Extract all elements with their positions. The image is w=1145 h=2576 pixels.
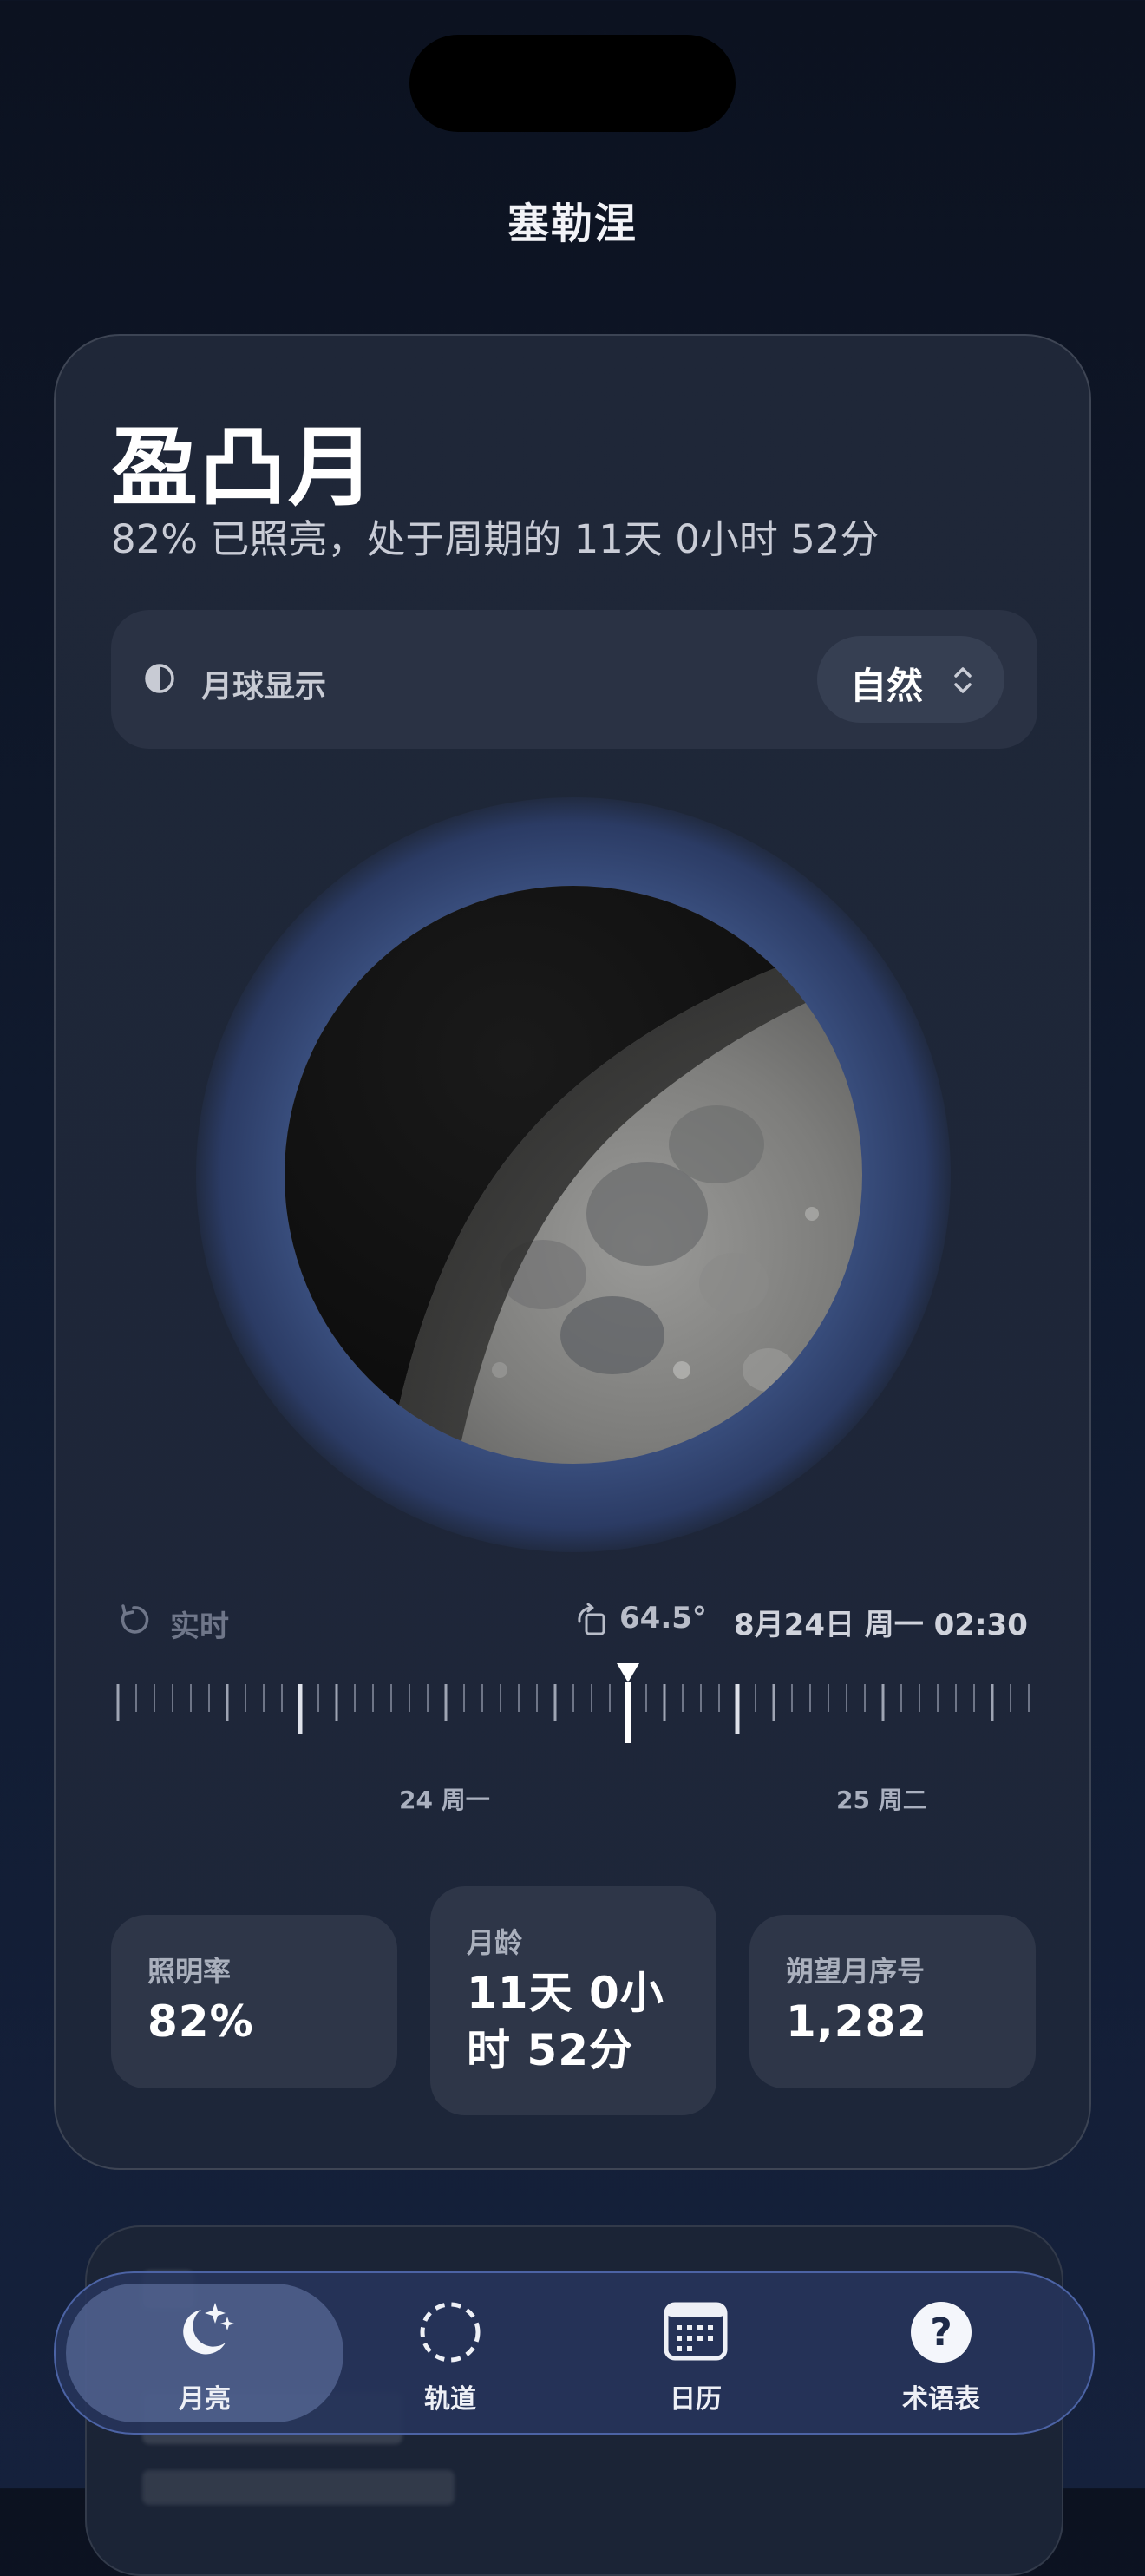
tab-orbit[interactable]: 轨道 (337, 2273, 563, 2433)
lunation-number-label: 朔望月序号 (786, 1955, 926, 1988)
tab-moon-label: 月亮 (179, 2384, 231, 2415)
display-mode-value: 自然 (850, 665, 924, 707)
phase-subtitle: 82% 已照亮，处于周期的 11天 0小时 52分 (111, 516, 880, 562)
realtime-reset-icon[interactable] (114, 1601, 153, 1639)
day-label-24: 24 周一 (399, 1786, 490, 1814)
location-title: 塞勒涅 (507, 200, 638, 248)
calendar-icon (664, 2302, 728, 2361)
dynamic-island (409, 35, 736, 132)
day-label-25: 25 周二 (836, 1786, 927, 1814)
tab-glossary-label: 术语表 (902, 2384, 980, 2415)
lunation-number-stat: 朔望月序号 1,282 (749, 1915, 1036, 2088)
realtime-label[interactable]: 实时 (170, 1603, 229, 1645)
svg-text:?: ? (930, 2311, 952, 2355)
selected-datetime: 8月24日 周一 02:30 (734, 1608, 1028, 1642)
time-scrubber[interactable] (116, 1663, 1036, 1785)
moon-age-value-line1: 11天 0小 (467, 1968, 664, 2018)
current-time-marker[interactable] (617, 1663, 639, 1682)
moon-age-value-line2: 时 52分 (467, 2025, 633, 2075)
tab-bar: 月亮 轨道 日历 ? 术语表 (54, 2271, 1095, 2435)
moon-display-row[interactable]: 月球显示 自然 (111, 610, 1037, 749)
moon-age-label: 月龄 (467, 1926, 523, 1959)
moon-phase-card: 盈凸月 82% 已照亮，处于周期的 11天 0小时 52分 月球显示 自然 实时… (54, 334, 1091, 2170)
moon-age-stat: 月龄 11天 0小 时 52分 (430, 1886, 716, 2115)
display-mode-select[interactable]: 自然 (817, 636, 1004, 723)
moon-display-label: 月球显示 (201, 669, 327, 705)
illumination-label: 照明率 (147, 1955, 232, 1988)
orbit-icon (420, 2302, 481, 2363)
illumination-value: 82% (147, 1996, 254, 2047)
tab-moon[interactable]: 月亮 (92, 2273, 317, 2433)
rotate-tilt-icon (578, 1603, 605, 1635)
moon-image[interactable] (283, 884, 864, 1465)
tab-calendar-label: 日历 (670, 2384, 722, 2415)
moon-stars-icon (183, 2303, 234, 2355)
illumination-stat: 照明率 82% (111, 1915, 397, 2088)
tilt-angle: 64.5° (619, 1601, 707, 1635)
tab-glossary[interactable]: ? 术语表 (828, 2273, 1054, 2433)
question-icon: ? (911, 2302, 972, 2363)
tab-calendar[interactable]: 日历 (583, 2273, 808, 2433)
chevron-updown-icon (954, 667, 972, 693)
tab-orbit-label: 轨道 (424, 2384, 476, 2415)
phase-name: 盈凸月 (111, 416, 376, 518)
half-circle-icon (145, 664, 174, 693)
lunation-number-value: 1,282 (786, 1996, 928, 2047)
